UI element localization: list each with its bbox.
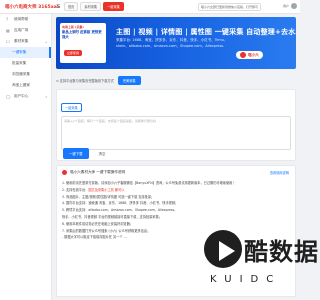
user-name: 用户 — [282, 4, 289, 8]
card-actions: 一键下载 清空 — [63, 148, 109, 159]
instructions-header: 喵小六素材大师 一键下载操作说明 — [62, 170, 290, 175]
user-icon: ◯ — [6, 94, 11, 99]
view-guide-link[interactable]: 查看使用说明 — [270, 170, 289, 175]
banner-subtitle: 新品上架时 赶紧装 更快更强大 — [62, 30, 102, 39]
list-item: 5. 跨境平台支持：alibaba.com、Amazon.com、Shopee.… — [62, 208, 178, 213]
sidebar-item-batch[interactable]: 批量采集 — [0, 58, 51, 69]
sidebar-item-label: 使用帮助 — [14, 17, 29, 21]
tab-home[interactable]: 首页 — [64, 2, 79, 11]
sidebar-item-label: 一键采集 — [12, 50, 27, 54]
banner-tag: 电商上新 (采集) — [62, 25, 84, 29]
sidebar-item-user-center[interactable]: ◯ 用户中心 ▾ — [0, 91, 51, 102]
banner-platforms-line2: shein、alibaba.com、Amazon.com、Shopee.com、… — [116, 44, 225, 48]
instructions-title: 喵小六素材大师 一键下载操作说明 — [70, 170, 126, 174]
breadcrumb-tabs: 首页 素材采集 一键采集 — [64, 2, 126, 12]
download-button[interactable]: 一键下载 — [63, 148, 89, 159]
tip-text: ⊙ 支持平台数与采集页完整版到下载方式 — [56, 78, 114, 83]
watermark-text: 酷数据 — [244, 238, 319, 266]
chevron-up-icon: ▴ — [45, 39, 47, 44]
sidebar-item-help[interactable]: ? 使用帮助 — [0, 14, 51, 25]
tip-row: ⊙ 支持平台数与采集页完整版到下载方式 完美采集 — [56, 75, 296, 85]
help-icon: ? — [6, 17, 9, 22]
link-input[interactable]: 请输入1个链接，每行一个链接，支持多个链接采集，请按换行键分割 — [61, 116, 291, 150]
banner-card: 电商上新 (采集) 新品上架时 赶紧装 更快更强大 立即使用 — [60, 23, 106, 63]
clear-button[interactable]: 清空 — [95, 148, 110, 159]
sidebar-item-apps[interactable]: ▦ 应用广场 — [0, 25, 51, 36]
banner-title: 主图 | 视频 | 详情图 | 属性图 一键采集 自动整理+去水印 — [116, 28, 296, 36]
sidebar-item-label: 应用广场 — [14, 28, 29, 32]
brand-name: 喵小六 — [248, 52, 259, 57]
sidebar-item-taobao-move[interactable]: 淘宝上搬家 — [0, 80, 51, 91]
watermark-subtext: KUIDC — [210, 274, 282, 285]
brand-logo-icon — [240, 52, 246, 58]
warning-icon — [62, 170, 67, 175]
collect-card: 一键采集 请输入1个链接，每行一个链接，支持多个链接采集，请按换行键分割 一键下… — [56, 89, 296, 161]
update-notice[interactable]: 喵小六全部已更新到微信小店版，打开即可 — [198, 3, 262, 11]
top-bar: 喵小六电商大师 3165aaS ☰ 首页 素材采集 一键采集 喵小六全部已更新到… — [0, 0, 300, 14]
chevron-down-icon: ▾ — [45, 94, 47, 99]
grid-icon: ▦ — [6, 28, 10, 33]
tab-material[interactable]: 素材采集 — [80, 2, 102, 11]
sidebar-item-one-click[interactable]: 一键采集 — [0, 47, 51, 58]
list-item: 2. 支持在线平台：图文及采集小工具 都可以 — [62, 187, 125, 192]
list-item: 快手、小红书、抖音视频 平台的视频链接可直接下载，支持批量采集； — [62, 214, 162, 219]
sidebar-item-label: 用户中心 — [14, 94, 29, 98]
sidebar-item-label: 批量采集 — [12, 61, 27, 65]
list-item: 4. 国内平台支持：速卖通 淘宝、京东、1688、拼多多 抖音、小红书、快手视频… — [62, 201, 179, 206]
tab-one-click-collect[interactable]: 一键采集 — [61, 103, 82, 112]
banner-platforms-line1: 采集平台: 1688、淘宝、拼多多、京东、抖音、快手、小红书、Temu、 — [116, 38, 228, 42]
play-logo-icon — [204, 230, 242, 268]
promo-banner[interactable]: 电商上新 (采集) 新品上架时 赶紧装 更快更强大 立即使用 主图 | 视频 |… — [56, 17, 296, 69]
avatar[interactable] — [291, 3, 297, 9]
menu-toggle-icon[interactable]: ☰ — [56, 4, 62, 10]
sidebar-item-label: 素材采集 — [14, 39, 29, 43]
list-item: 3. 商品图片、主图/视频/属性图/详情图 可选一键下载 支持批量； — [62, 194, 155, 199]
watermark: 酷数据 KUIDC — [200, 228, 318, 300]
brand-badge: 喵小六 — [236, 51, 263, 59]
banner-cta-button[interactable]: 立即使用 — [64, 50, 83, 56]
user-area[interactable]: 用户 — [283, 3, 297, 9]
highlight-text: 图文及采集小工具 都可以 — [88, 187, 125, 192]
sidebar-item-label: 淘宝上搬家 — [12, 83, 30, 87]
tab-one-click[interactable]: 一键采集 — [103, 2, 124, 11]
app-title: 喵小六电商大师 3165aaS — [5, 4, 60, 10]
app-logo[interactable]: 喵小六电商大师 3165aaS — [0, 3, 60, 11]
sidebar-item-label: 浏览器采集 — [12, 72, 30, 76]
list-item: 1. 使用前请先登录付费版，请添加小六子客服微信【BanyuXFN】咨询；公众号… — [62, 181, 236, 185]
sidebar: ? 使用帮助 ▦ 应用广场 ☐ 素材采集 ▴ 一键采集 批量采集 浏览器采集 淘… — [0, 14, 52, 300]
perfect-collect-button[interactable]: 完美采集 — [117, 75, 141, 85]
sidebar-item-browser[interactable]: 浏览器采集 — [0, 69, 51, 80]
sidebar-item-material[interactable]: ☐ 素材采集 ▴ — [0, 36, 51, 47]
list-item: 6. 使用本软件前请务必先在电脑上安装好浏览器； — [62, 221, 133, 226]
folder-icon: ☐ — [6, 39, 10, 44]
